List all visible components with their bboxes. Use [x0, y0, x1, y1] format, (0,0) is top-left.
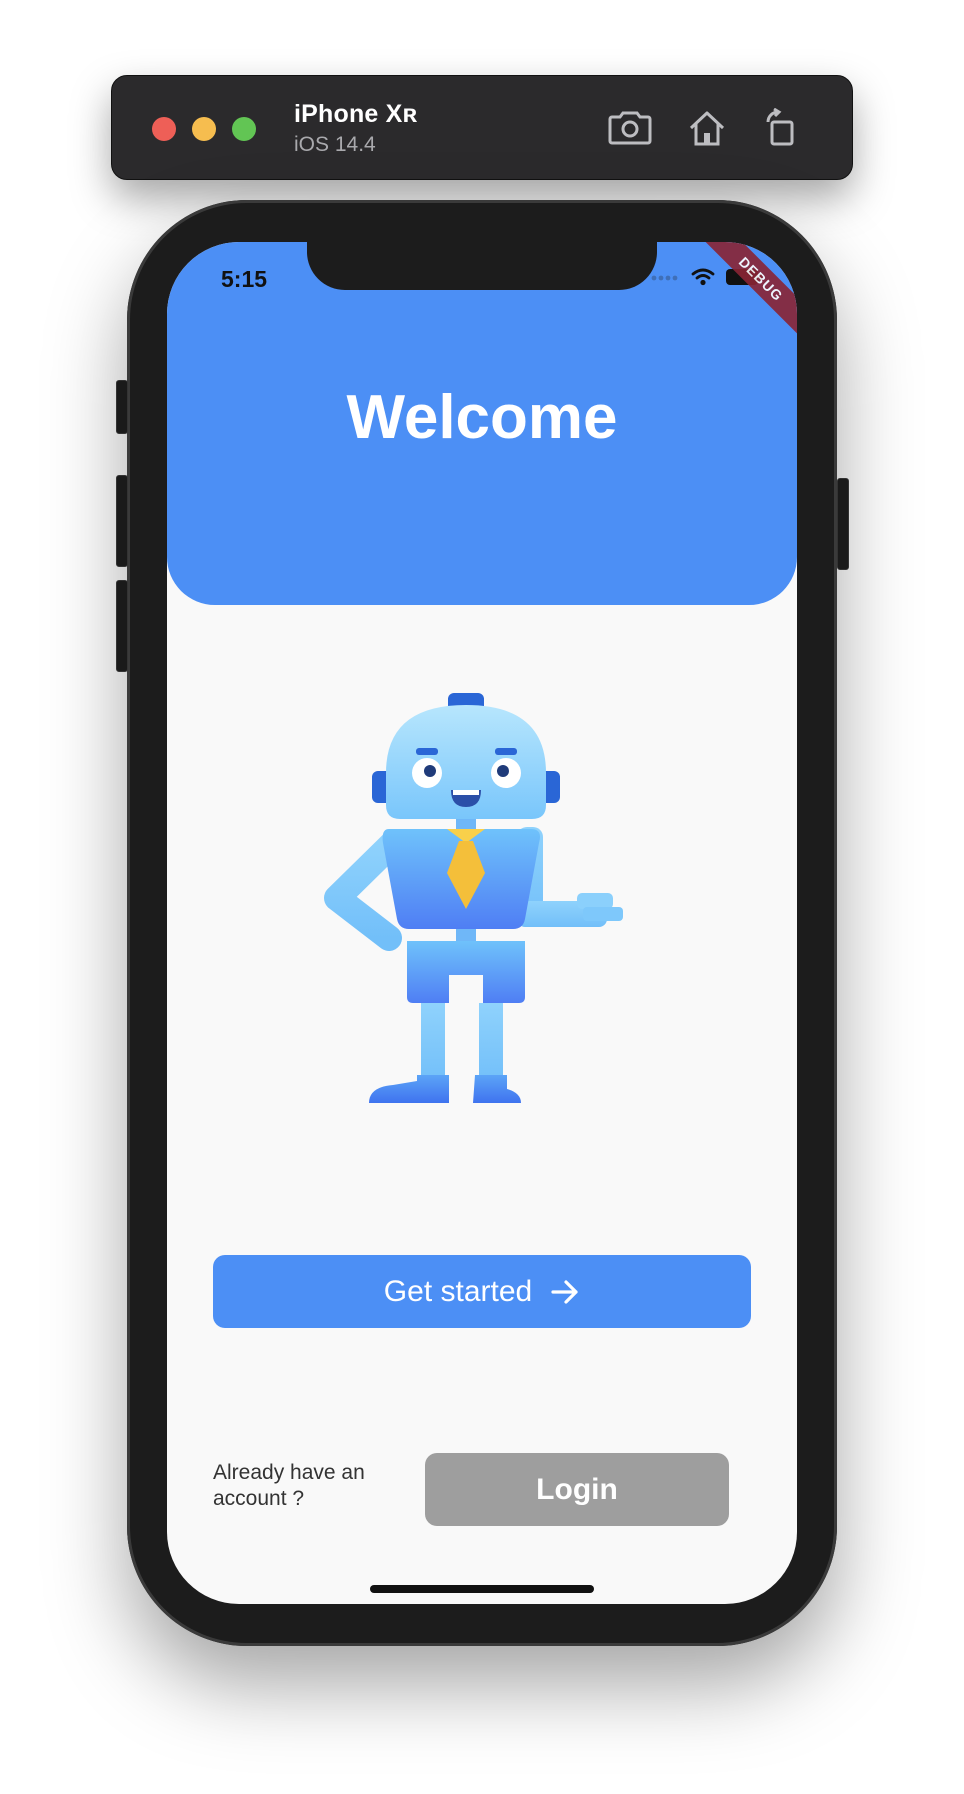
home-button[interactable] [683, 104, 731, 152]
login-label: Login [536, 1472, 618, 1506]
home-icon [689, 111, 725, 146]
login-button[interactable]: Login [425, 1453, 729, 1526]
robot-illustration [324, 693, 623, 1103]
device-name: iPhone Xʀ [294, 100, 418, 128]
home-indicator[interactable] [370, 1585, 594, 1593]
rotate-button[interactable] [757, 104, 805, 152]
power-button [837, 478, 849, 570]
get-started-label: Get started [383, 1274, 533, 1308]
signal-icon [651, 275, 678, 281]
simulator-stage: iPhone Xʀ iOS 14.4 Welcome 5:15 DEBUG Ge… [0, 0, 964, 1794]
rotate-icon [766, 108, 794, 146]
close-window-button[interactable] [152, 117, 176, 141]
mute-switch [116, 380, 128, 434]
get-started-button[interactable]: Get started [213, 1255, 751, 1328]
screenshot-button[interactable] [606, 104, 654, 152]
phone-screen: Welcome 5:15 DEBUG Get started Already h… [167, 242, 797, 1604]
notch [307, 242, 657, 290]
status-time: 5:15 [221, 266, 268, 292]
zoom-window-button[interactable] [232, 117, 256, 141]
welcome-header: Welcome [167, 242, 797, 605]
volume-up-button [116, 475, 128, 567]
welcome-title: Welcome [346, 383, 618, 452]
wifi-icon [691, 268, 715, 286]
volume-down-button [116, 580, 128, 672]
os-version: iOS 14.4 [294, 133, 376, 156]
already-have-account-text: Already have an account ? [213, 1461, 365, 1510]
minimize-window-button[interactable] [192, 117, 216, 141]
screenshot-icon [608, 111, 652, 145]
simulator-title-bar: iPhone Xʀ iOS 14.4 [111, 75, 853, 180]
arrow-right-icon [551, 1279, 578, 1304]
